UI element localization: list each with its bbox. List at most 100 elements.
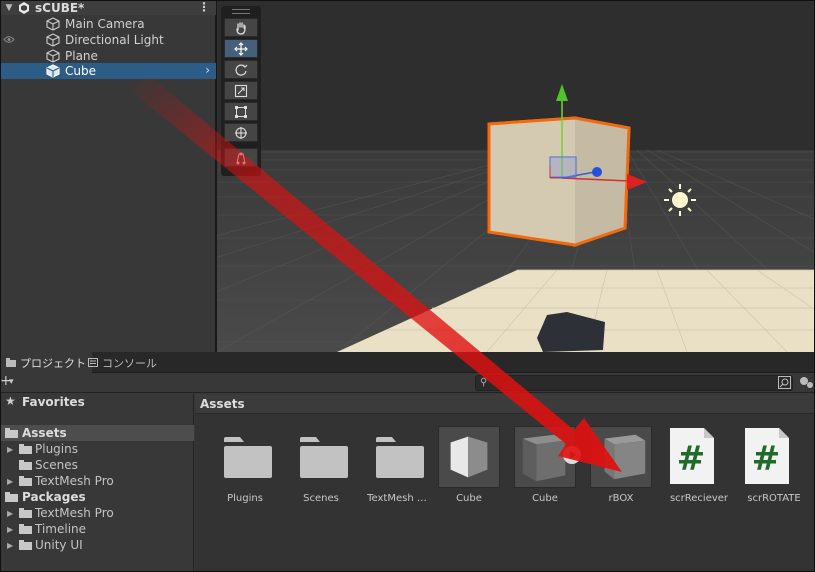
create-dropdown-button[interactable]: + ▾ xyxy=(0,373,20,391)
search-field[interactable]: ⚲ xyxy=(475,375,793,391)
asset-prefab-cube[interactable]: Cube xyxy=(507,426,583,526)
asset-label: Scenes xyxy=(303,493,339,504)
search-icon: ⚲ xyxy=(480,377,488,388)
folder-icon xyxy=(19,508,32,518)
play-icon[interactable] xyxy=(563,446,581,464)
assets-grid: Assets Plugins Scenes TextMesh … Cube Cu… xyxy=(195,394,815,572)
asset-label: Plugins xyxy=(227,493,263,504)
tree-item-pkg-textmesh-pro[interactable]: ▶ TextMesh Pro xyxy=(0,505,194,521)
hierarchy-panel: ▼ sCUBE* ⋮ Main Camera Directional Light… xyxy=(0,0,216,352)
folder-icon xyxy=(376,437,424,478)
rotate-icon xyxy=(235,64,248,76)
scale-tool-button[interactable] xyxy=(224,81,258,100)
asset-prefab-rbox[interactable]: rBOX xyxy=(583,426,659,526)
tab-bar: プロジェクト コンソール xyxy=(0,352,815,373)
svg-text:#: # xyxy=(677,439,706,479)
scene-grid xyxy=(217,0,815,352)
expand-arrow-icon[interactable]: ▶ xyxy=(7,445,13,454)
asset-label: Cube xyxy=(532,493,558,504)
gameobject-icon xyxy=(46,49,60,63)
visibility-eye-icon[interactable] xyxy=(3,35,15,44)
gameobject-icon xyxy=(46,33,60,47)
transform-tool-button[interactable] xyxy=(224,123,258,142)
folder-icon xyxy=(19,476,32,486)
custom-tool-icon xyxy=(236,152,246,164)
tree-label: Favorites xyxy=(22,395,85,409)
custom-tool-button[interactable] xyxy=(224,148,258,167)
folder-open-icon xyxy=(5,492,18,502)
hierarchy-item-main-camera[interactable]: Main Camera xyxy=(0,16,216,32)
expand-arrow-icon[interactable]: ▶ xyxy=(7,541,13,550)
asset-folder-textmesh[interactable]: TextMesh … xyxy=(359,426,435,526)
favorites-row[interactable]: ★ Favorites xyxy=(0,394,194,410)
folder-icon xyxy=(224,437,272,478)
star-icon: ★ xyxy=(5,394,16,408)
assets-row[interactable]: Assets xyxy=(0,425,194,441)
tab-label: コンソール xyxy=(102,356,157,370)
folder-icon xyxy=(19,540,32,550)
tree-item-unity-ui[interactable]: ▶ Unity UI xyxy=(0,537,194,553)
tab-project[interactable]: プロジェクト xyxy=(0,352,92,373)
tree-label: TextMesh Pro xyxy=(35,474,114,488)
move-icon xyxy=(234,41,248,56)
asset-label: scrReciever xyxy=(669,493,729,504)
project-folder-tree: ★ Favorites Assets ▶ Plugins Scenes ▶ Te… xyxy=(0,394,194,572)
tab-console[interactable]: コンソール xyxy=(82,352,163,373)
gameobject-icon xyxy=(46,64,60,78)
csharp-script-icon: # xyxy=(745,428,789,484)
asset-folder-scenes[interactable]: Scenes xyxy=(283,426,359,526)
hierarchy-item-label: Directional Light xyxy=(65,33,164,47)
tree-label: Assets xyxy=(22,426,67,440)
hand-icon xyxy=(236,21,246,35)
prefab-preview-icon xyxy=(590,426,652,488)
tree-item-textmesh-pro[interactable]: ▶ TextMesh Pro xyxy=(0,473,194,489)
hierarchy-item-directional-light[interactable]: Directional Light xyxy=(0,32,216,48)
tree-label: Scenes xyxy=(35,458,78,472)
toolbar-grip[interactable] xyxy=(232,9,250,14)
unity-logo-icon xyxy=(18,1,32,14)
expand-arrow-icon[interactable]: ▶ xyxy=(7,477,13,486)
tree-item-timeline[interactable]: ▶ Timeline xyxy=(0,521,194,537)
asset-folder-plugins[interactable]: Plugins xyxy=(207,426,283,526)
packages-row[interactable]: Packages xyxy=(0,489,194,505)
tree-item-scenes[interactable]: Scenes xyxy=(0,457,194,473)
search-by-type-icon[interactable] xyxy=(777,376,791,390)
cube-object[interactable] xyxy=(487,116,631,248)
expand-arrow-icon[interactable]: ▶ xyxy=(7,509,13,518)
chevron-right-icon[interactable]: › xyxy=(205,63,210,77)
tree-label: Plugins xyxy=(35,442,78,456)
folder-icon xyxy=(300,437,348,478)
search-by-label-icon[interactable] xyxy=(799,376,813,390)
tree-label: Timeline xyxy=(35,522,87,536)
tree-item-plugins[interactable]: ▶ Plugins xyxy=(0,441,194,457)
expand-arrow-icon[interactable]: ▶ xyxy=(7,525,13,534)
asset-script-scrrotate[interactable]: # scrROTATE xyxy=(736,426,812,526)
scale-icon xyxy=(234,84,248,97)
move-tool-button[interactable] xyxy=(224,39,258,58)
project-panel: プロジェクト コンソール + ▾ ⚲ ★ Favorites Assets ▶ … xyxy=(0,352,815,572)
hierarchy-item-label: Plane xyxy=(65,49,98,63)
rotate-tool-button[interactable] xyxy=(224,60,258,79)
fold-arrow-icon[interactable]: ▼ xyxy=(0,3,18,13)
folder-icon xyxy=(19,444,32,454)
scene-name: sCUBE* xyxy=(35,0,85,15)
assets-breadcrumb: Assets xyxy=(195,394,815,414)
asset-label: scrROTATE xyxy=(747,493,801,504)
console-tab-icon xyxy=(88,358,98,367)
more-options-icon[interactable]: ⋮ xyxy=(198,0,210,14)
hand-tool-button[interactable] xyxy=(224,18,258,37)
asset-script-screciever[interactable]: # scrReciever xyxy=(661,426,737,526)
folder-icon xyxy=(19,524,32,534)
asset-label: TextMesh … xyxy=(367,493,427,504)
folder-icon xyxy=(19,460,32,470)
folder-tab-icon xyxy=(6,358,16,367)
search-input[interactable] xyxy=(492,376,772,390)
scene-header[interactable]: ▼ sCUBE* ⋮ xyxy=(0,0,216,15)
scene-view[interactable] xyxy=(217,0,815,352)
tree-label: TextMesh Pro xyxy=(35,506,114,520)
rect-tool-button[interactable] xyxy=(224,102,258,121)
hierarchy-item-cube[interactable]: Cube › xyxy=(0,63,216,79)
asset-material-cube[interactable]: Cube xyxy=(431,426,507,526)
asset-label: Cube xyxy=(456,493,482,504)
hierarchy-item-plane[interactable]: Plane xyxy=(0,48,216,64)
